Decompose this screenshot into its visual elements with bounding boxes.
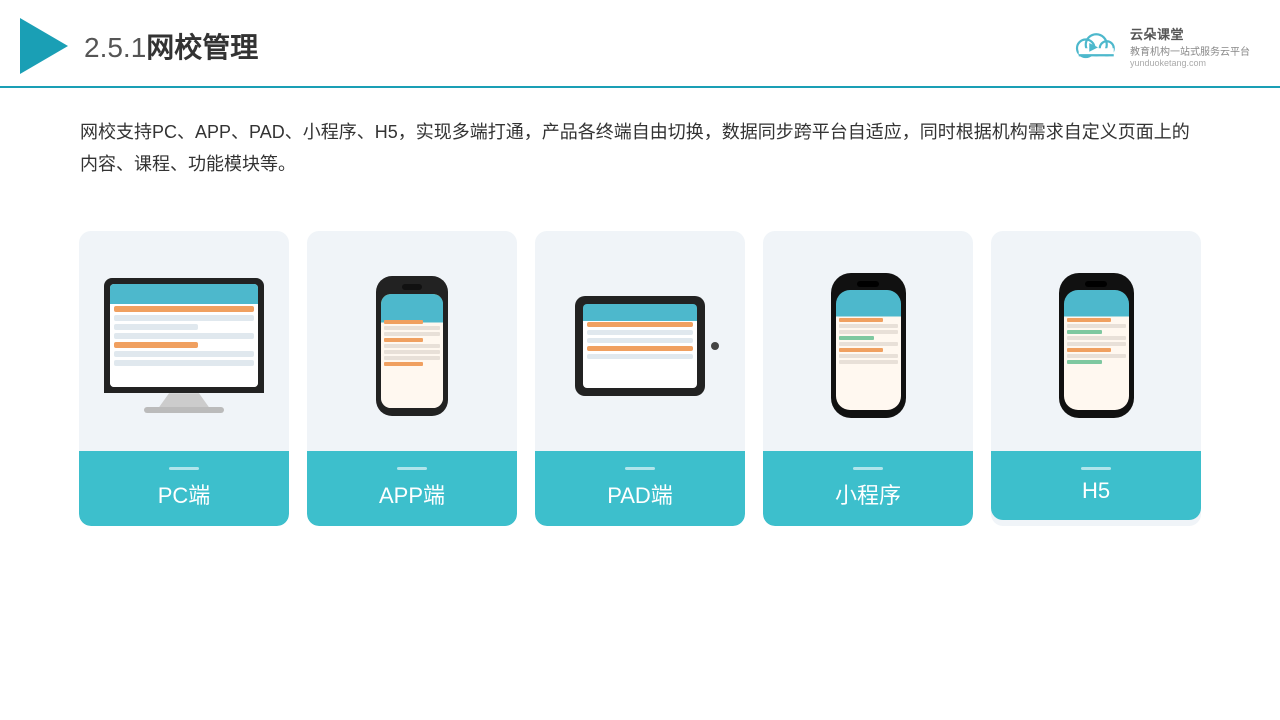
card-miniprogram: 小程序 [763,231,973,526]
app-mockup [376,276,448,416]
platform-cards: PC端 [0,201,1280,526]
pad-mockup [575,296,705,396]
card-pad-image [535,231,745,451]
page-header: 2.5.1网校管理 云朵课堂 教育机构一站式服务云平台 yunduoketang… [0,0,1280,88]
card-h5-label: H5 [991,451,1201,520]
brand-text: 云朵课堂 教育机构一站式服务云平台 yunduoketang.com [1130,24,1250,68]
logo-triangle-icon [20,18,68,74]
card-pc: PC端 [79,231,289,526]
card-miniprogram-image [763,231,973,451]
card-h5-image [991,231,1201,451]
card-pad: PAD端 [535,231,745,526]
card-pad-label: PAD端 [535,451,745,526]
card-miniprogram-label: 小程序 [763,451,973,526]
card-pc-label: PC端 [79,451,289,526]
card-pc-image [79,231,289,451]
pc-mockup [104,278,264,413]
description-text: 网校支持PC、APP、PAD、小程序、H5，实现多端打通，产品各终端自由切换，数… [0,88,1280,191]
card-app-image [307,231,517,451]
header-left: 2.5.1网校管理 [20,18,258,74]
card-app-label: APP端 [307,451,517,526]
card-app: APP端 [307,231,517,526]
h5-mockup [1059,273,1134,418]
page-title: 2.5.1网校管理 [84,26,258,66]
miniprogram-mockup [831,273,906,418]
brand-cloud-icon [1067,29,1122,64]
brand-area: 云朵课堂 教育机构一站式服务云平台 yunduoketang.com [1067,24,1250,68]
card-h5: H5 [991,231,1201,526]
